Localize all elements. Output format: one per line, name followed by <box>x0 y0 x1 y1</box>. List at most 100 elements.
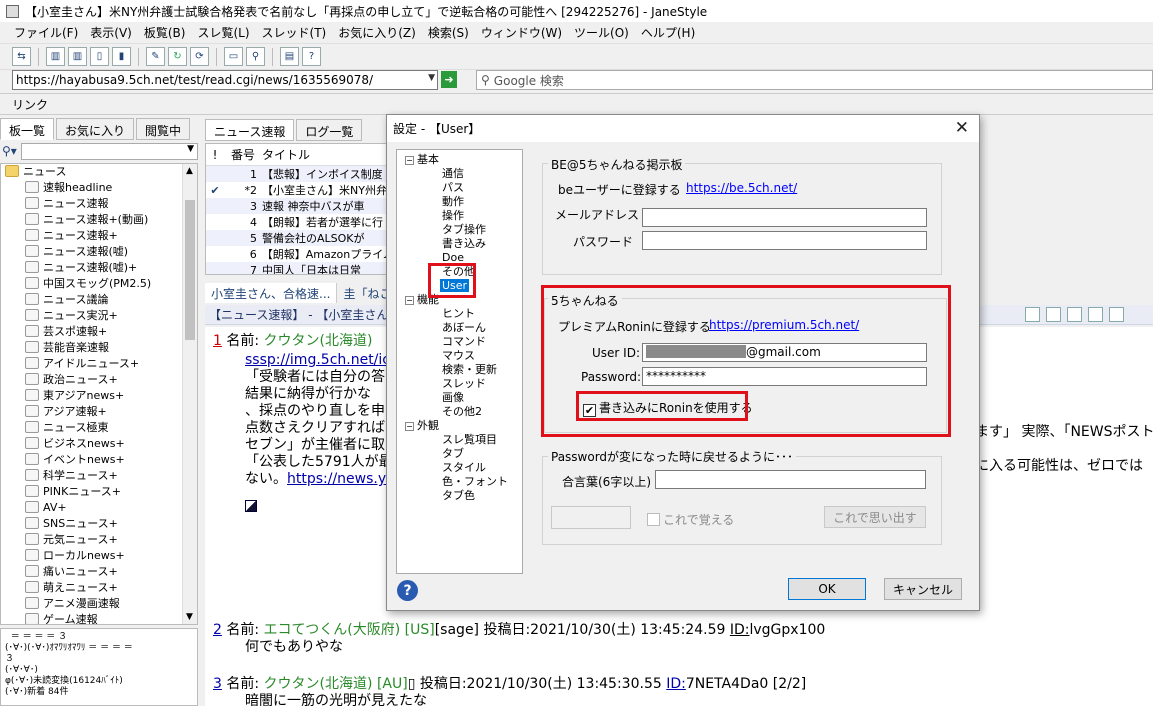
remember-checkbox[interactable]: これで覚える <box>647 511 734 528</box>
refresh-all-icon[interactable]: ⟳ <box>190 47 209 66</box>
search-icon[interactable]: ⚲ <box>246 47 265 66</box>
tree-item-search-update[interactable]: 検索・更新 <box>442 363 497 376</box>
url-input[interactable]: https://hayabusa9.5ch.net/test/read.cgi/… <box>12 70 438 90</box>
chevron-down-icon[interactable]: ▼ <box>187 144 194 154</box>
post-image-link[interactable]: sssp://img.5ch.net/ic <box>245 352 395 369</box>
tree-item-comm[interactable]: 通信 <box>442 167 464 180</box>
menu-thread-list[interactable]: スレ覧(L) <box>197 24 249 41</box>
cancel-button[interactable]: キャンセル <box>884 578 962 600</box>
board-item[interactable]: ニュース速報+(動画) <box>25 212 183 228</box>
board-item[interactable]: 政治ニュース+ <box>25 372 183 388</box>
board-item[interactable]: アニメ漫画速報 <box>25 596 183 612</box>
board-item[interactable]: 痛いニュース+ <box>25 564 183 580</box>
board-item[interactable]: ニュース速報+ <box>25 228 183 244</box>
chevron-up-icon[interactable]: ▲ <box>186 166 193 176</box>
board-item[interactable]: ビジネスnews+ <box>25 436 183 452</box>
be-mail-input[interactable] <box>642 208 927 227</box>
menu-file[interactable]: ファイル(F) <box>14 24 78 41</box>
refresh-icon[interactable] <box>1109 307 1124 322</box>
be-register-link[interactable]: https://be.5ch.net/ <box>686 181 797 195</box>
edit-icon[interactable]: ✎ <box>146 47 165 66</box>
tree-item-abone[interactable]: あぼーん <box>442 321 486 334</box>
checkbox-unchecked-icon[interactable] <box>647 513 660 526</box>
filter-icon[interactable] <box>1046 307 1061 322</box>
tab-browsing[interactable]: 閲覧中 <box>136 118 191 140</box>
post-number[interactable]: 1 <box>213 333 222 349</box>
tab-news-flash[interactable]: ニュース速報 <box>205 119 295 141</box>
chevron-down-icon[interactable]: ▼ <box>186 612 193 622</box>
tree-item-color-font[interactable]: 色・フォント <box>442 475 508 488</box>
help-icon[interactable]: ? <box>397 580 418 601</box>
board-item[interactable]: ニュース極東 <box>25 420 183 436</box>
tree-item-hint[interactable]: ヒント <box>442 307 475 320</box>
table-row[interactable]: 5 警備会社のALSOKが <box>206 230 394 246</box>
board-item[interactable]: ニュース速報(嘘) <box>25 244 183 260</box>
recall-button[interactable]: これで思い出す <box>824 506 926 528</box>
board-item[interactable]: 速報headline <box>25 180 183 196</box>
google-search-input[interactable]: ⚲ Google 検索 <box>476 70 1153 90</box>
col-title[interactable]: タイトル <box>262 146 310 163</box>
board-item[interactable]: 科学ニュース+ <box>25 468 183 484</box>
document-icon[interactable] <box>1067 307 1082 322</box>
tree-item-other2[interactable]: その他2 <box>442 405 482 418</box>
board-item[interactable]: 中国スモッグ(PM2.5) <box>25 276 183 292</box>
collapse-icon[interactable]: − <box>405 296 414 305</box>
be-password-input[interactable] <box>642 231 927 250</box>
tree-item-command[interactable]: コマンド <box>442 335 486 348</box>
tree-item-image[interactable]: 画像 <box>442 391 464 404</box>
tree-item-thread[interactable]: スレッド <box>442 377 486 390</box>
chat-icon[interactable]: ▭ <box>224 47 243 66</box>
ok-button[interactable]: OK <box>788 578 866 600</box>
tree-item-write[interactable]: 書き込み <box>442 237 486 250</box>
board-item[interactable]: 元気ニュース+ <box>25 532 183 548</box>
tree-node-basic[interactable]: − 基本 <box>405 153 439 166</box>
tree-scrollbar[interactable]: ▲ ▼ <box>182 164 197 624</box>
tree-item-tab[interactable]: タブ <box>442 447 464 460</box>
tree-item-operation[interactable]: 操作 <box>442 209 464 222</box>
board-item[interactable]: アイドルニュース+ <box>25 356 183 372</box>
image-thumbnail-icon[interactable] <box>245 500 257 512</box>
table-row[interactable]: 3 速報 神奈中バスが車 <box>206 198 394 214</box>
table-row[interactable]: 4 【朗報】若者が選挙に行 <box>206 214 394 230</box>
layout-3-icon[interactable]: ▯ <box>90 47 109 66</box>
menu-window[interactable]: ウィンドウ(W) <box>481 24 562 41</box>
menu-board-list[interactable]: 板覧(B) <box>144 24 186 41</box>
collapse-icon[interactable]: − <box>405 156 414 165</box>
search-icon[interactable]: ⚲▾ <box>2 144 17 158</box>
tree-item-tab-operation[interactable]: タブ操作 <box>442 223 486 236</box>
save-icon[interactable] <box>1088 307 1103 322</box>
layout-4-icon[interactable]: ▮ <box>112 47 131 66</box>
tree-item-behavior[interactable]: 動作 <box>442 195 464 208</box>
menu-thread[interactable]: スレッド(T) <box>262 24 327 41</box>
tree-item-mouse[interactable]: マウス <box>442 349 475 362</box>
passphrase-input[interactable] <box>655 470 926 489</box>
post-id-label[interactable]: ID: <box>666 676 686 692</box>
board-item[interactable]: ニュース実況+ <box>25 308 183 324</box>
help-icon[interactable]: ? <box>302 47 321 66</box>
board-item[interactable]: AV+ <box>25 500 183 516</box>
tree-item-tab-color[interactable]: タブ色 <box>442 489 475 502</box>
col-number[interactable]: 番号 <box>224 146 262 163</box>
board-item[interactable]: 萌えニュース+ <box>25 580 183 596</box>
board-item[interactable]: ローカルnews+ <box>25 548 183 564</box>
tab-board-list[interactable]: 板一覧 <box>0 118 55 140</box>
tree-folder-news[interactable]: ニュース <box>5 164 183 180</box>
board-item[interactable]: PINKニュース+ <box>25 484 183 500</box>
go-arrow-icon[interactable]: ➜ <box>441 71 457 88</box>
board-item[interactable]: ニュース議論 <box>25 292 183 308</box>
board-item[interactable]: イベントnews+ <box>25 452 183 468</box>
refresh-icon[interactable]: ↻ <box>168 47 187 66</box>
board-item[interactable]: ゲーム速報 <box>25 612 183 624</box>
close-icon[interactable]: ✕ <box>955 118 969 138</box>
read-tab-1[interactable]: 小室圭さん、合格速... <box>205 283 338 303</box>
board-item[interactable]: 東アジアnews+ <box>25 388 183 404</box>
post-number[interactable]: 3 <box>213 676 222 692</box>
board-item[interactable]: アジア速報+ <box>25 404 183 420</box>
board-item[interactable]: ニュース速報 <box>25 196 183 212</box>
chevron-down-icon[interactable]: ▼ <box>428 73 435 83</box>
tree-scroll-thumb[interactable] <box>185 200 195 340</box>
settings-icon[interactable]: ▤ <box>280 47 299 66</box>
layout-2-icon[interactable]: ▥ <box>68 47 87 66</box>
board-item[interactable]: SNSニュース+ <box>25 516 183 532</box>
board-search-input[interactable] <box>20 142 198 160</box>
